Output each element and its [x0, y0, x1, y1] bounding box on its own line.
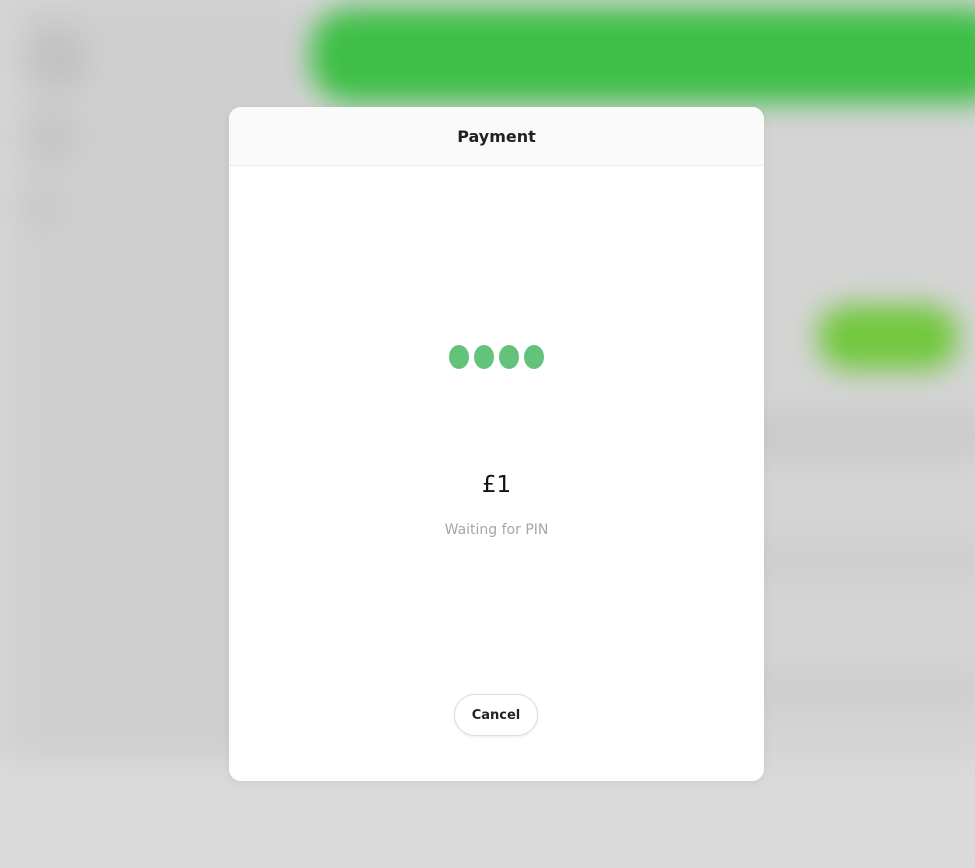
payment-status-text: Waiting for PIN — [444, 522, 549, 538]
pin-dot — [449, 345, 469, 369]
dialog-title: Payment — [457, 126, 536, 146]
background-avatar — [25, 110, 80, 165]
pin-dot — [499, 345, 519, 369]
payment-amount: £1 — [481, 472, 512, 498]
background-list-row — [750, 410, 975, 460]
payment-dialog: Payment £1 Waiting for PIN Cancel — [229, 107, 764, 781]
background-header-bar — [310, 8, 975, 103]
pin-dot — [524, 345, 544, 369]
background-avatar — [20, 185, 65, 230]
background-action-button — [818, 305, 958, 370]
pin-dot — [474, 345, 494, 369]
dialog-header: Payment — [229, 107, 764, 166]
cancel-button[interactable]: Cancel — [454, 694, 538, 736]
background-avatar — [25, 25, 90, 90]
pin-progress-indicator — [229, 345, 764, 369]
background-list-row — [750, 540, 975, 580]
background-list-row — [750, 670, 975, 710]
